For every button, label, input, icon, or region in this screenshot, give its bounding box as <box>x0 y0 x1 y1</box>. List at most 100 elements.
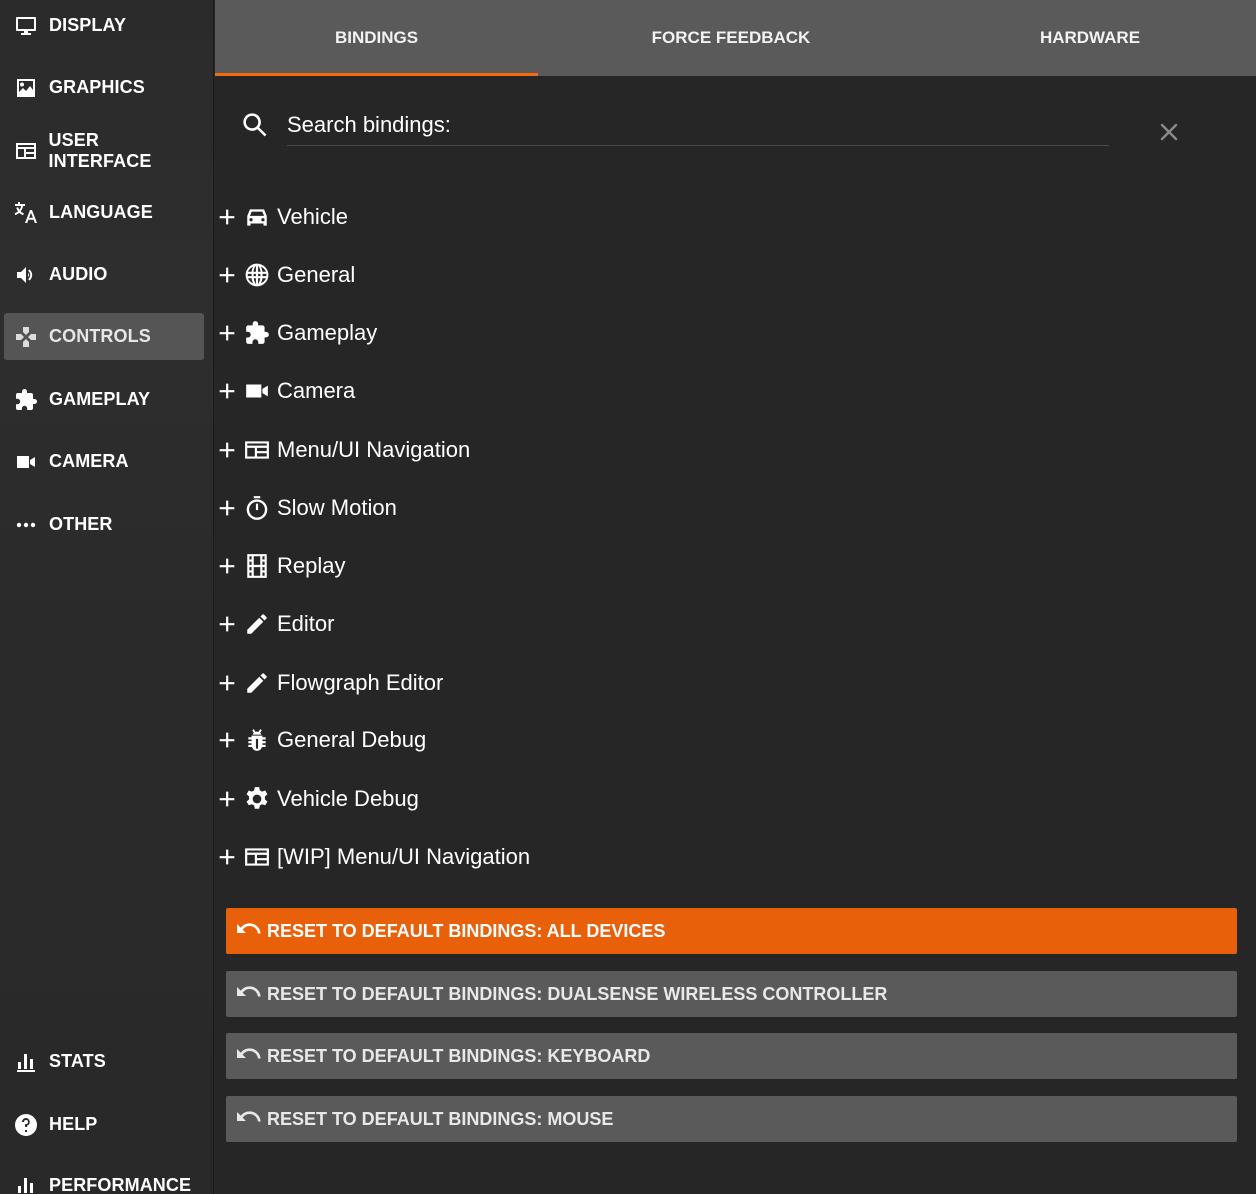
bar-chart-icon <box>13 1173 39 1194</box>
category-menu-ui-navigation[interactable]: Menu/UI Navigation <box>216 428 916 472</box>
sidebar-item-label: STATS <box>49 1051 106 1071</box>
ellipsis-icon <box>13 512 39 538</box>
window-icon <box>243 843 271 871</box>
undo-icon <box>237 1048 261 1059</box>
undo-icon <box>237 1111 261 1122</box>
sidebar-item-controls[interactable]: CONTROLS <box>4 313 204 360</box>
sidebar-item-label: GAMEPLAY <box>49 389 151 409</box>
category-label: Gameplay <box>277 320 378 345</box>
reset-all-devices-button[interactable]: RESET TO DEFAULT BINDINGS: ALL DEVICES <box>226 908 1237 954</box>
tab-bindings[interactable]: BINDINGS <box>215 0 538 76</box>
sidebar-item-label: OTHER <box>49 514 113 534</box>
category-replay[interactable]: Replay <box>216 544 916 588</box>
category-general-debug[interactable]: General Debug <box>216 718 916 762</box>
bug-icon <box>243 726 271 754</box>
monitor-icon <box>13 13 39 39</box>
category-label: General Debug <box>277 727 427 752</box>
sidebar-item-gameplay[interactable]: GAMEPLAY <box>4 376 204 423</box>
category-vehicle-debug[interactable]: Vehicle Debug <box>216 777 916 821</box>
close-icon[interactable] <box>1157 120 1181 144</box>
plus-icon <box>219 442 235 458</box>
category-vehicle[interactable]: Vehicle <box>216 195 916 239</box>
tab-label: BINDINGS <box>334 28 419 47</box>
search-bar <box>215 96 1256 156</box>
category-label: General <box>277 262 356 287</box>
window-icon <box>13 138 39 164</box>
sidebar-item-label: USER INTERFACE <box>48 129 152 171</box>
gamepad-icon <box>13 324 39 350</box>
sidebar-item-label: AUDIO <box>49 264 108 284</box>
sidebar-item-label: DISPLAY <box>49 15 127 35</box>
reset-dualsense-button[interactable]: RESET TO DEFAULT BINDINGS: DUALSENSE WIR… <box>226 971 1237 1017</box>
category-label: Replay <box>277 553 346 578</box>
window-icon <box>243 436 271 464</box>
sidebar-item-label: GRAPHICS <box>49 77 145 97</box>
plus-icon <box>219 383 235 399</box>
globe-icon <box>243 261 271 289</box>
pencil-icon <box>243 610 271 638</box>
category-label: Menu/UI Navigation <box>277 437 471 462</box>
undo-icon <box>237 923 261 934</box>
puzzle-icon <box>13 387 39 413</box>
sidebar-item-language[interactable]: LANGUAGE <box>4 189 204 236</box>
category-label: Flowgraph Editor <box>277 670 444 695</box>
sidebar-item-display[interactable]: DISPLAY <box>4 2 204 49</box>
search-icon <box>243 113 267 137</box>
sidebar-item-label: CONTROLS <box>49 326 151 346</box>
reset-mouse-button[interactable]: RESET TO DEFAULT BINDINGS: MOUSE <box>226 1096 1237 1142</box>
plus-icon <box>219 732 235 748</box>
search-input[interactable] <box>287 104 1109 146</box>
sidebar-item-graphics[interactable]: GRAPHICS <box>4 64 204 111</box>
sidebar-item-label: HELP <box>49 1114 98 1134</box>
tab-label: HARDWARE <box>1039 28 1141 47</box>
sidebar-item-other[interactable]: OTHER <box>4 501 204 548</box>
translate-icon <box>13 200 39 226</box>
sidebar-item-camera[interactable]: CAMERA <box>4 438 204 485</box>
category-general[interactable]: General <box>216 253 916 297</box>
tab-hardware[interactable]: HARDWARE <box>924 0 1256 76</box>
category-editor[interactable]: Editor <box>216 602 916 646</box>
sidebar-item-label: PERFORMANCE <box>49 1175 192 1194</box>
category-label: Vehicle <box>277 204 348 229</box>
category-gameplay[interactable]: Gameplay <box>216 311 916 355</box>
category-label: Editor <box>277 611 335 636</box>
gear-icon <box>243 785 271 813</box>
category-flowgraph-editor[interactable]: Flowgraph Editor <box>216 661 916 705</box>
sidebar-item-performance[interactable]: PERFORMANCE <box>4 1162 204 1194</box>
category-camera[interactable]: Camera <box>216 369 916 413</box>
category-label: Vehicle Debug <box>277 786 419 811</box>
sidebar-item-audio[interactable]: AUDIO <box>4 251 204 298</box>
sidebar-item-label: CAMERA <box>49 451 129 471</box>
reset-button-label: RESET TO DEFAULT BINDINGS: MOUSE <box>267 1108 614 1129</box>
image-icon <box>13 75 39 101</box>
category-label: Slow Motion <box>277 495 397 520</box>
film-icon <box>243 552 271 580</box>
reset-keyboard-button[interactable]: RESET TO DEFAULT BINDINGS: KEYBOARD <box>226 1033 1237 1079</box>
car-icon <box>243 203 271 231</box>
category-label: [WIP] Menu/UI Navigation <box>277 844 531 869</box>
plus-icon <box>219 558 235 574</box>
tab-bar: BINDINGS FORCE FEEDBACK HARDWARE <box>215 0 1256 76</box>
sidebar-item-help[interactable]: HELP <box>4 1101 204 1148</box>
reset-button-label: RESET TO DEFAULT BINDINGS: DUALSENSE WIR… <box>267 983 888 1004</box>
plus-icon <box>219 500 235 516</box>
sidebar-item-label: LANGUAGE <box>49 202 153 222</box>
plus-icon <box>219 267 235 283</box>
tab-force-feedback[interactable]: FORCE FEEDBACK <box>538 0 924 76</box>
undo-icon <box>237 986 261 997</box>
bar-chart-icon <box>13 1049 39 1075</box>
plus-icon <box>219 675 235 691</box>
plus-icon <box>219 209 235 225</box>
help-icon <box>13 1112 39 1138</box>
plus-icon <box>219 849 235 865</box>
plus-icon <box>219 791 235 807</box>
stopwatch-icon <box>243 494 271 522</box>
puzzle-icon <box>243 319 271 347</box>
video-camera-icon <box>243 377 271 405</box>
video-camera-icon <box>13 449 39 475</box>
speaker-icon <box>13 262 39 288</box>
sidebar-item-stats[interactable]: STATS <box>4 1038 204 1085</box>
category-slow-motion[interactable]: Slow Motion <box>216 486 916 530</box>
sidebar-item-user-interface[interactable]: USER INTERFACE <box>4 127 204 174</box>
category-wip-menu-ui-navigation[interactable]: [WIP] Menu/UI Navigation <box>216 835 916 879</box>
